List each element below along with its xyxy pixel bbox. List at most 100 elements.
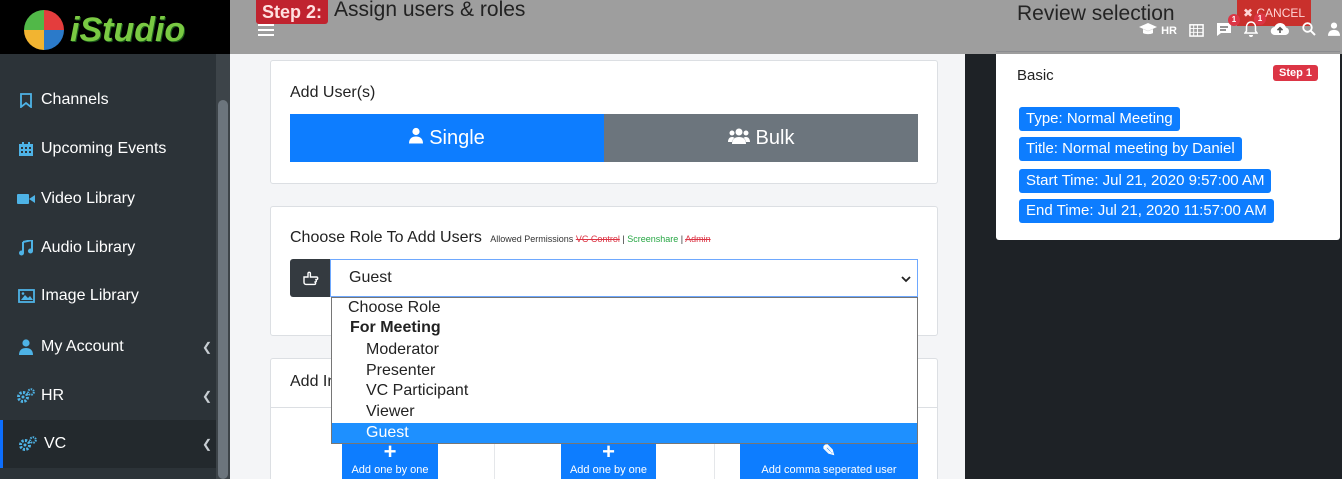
sidebar-item-label: Video Library <box>41 190 135 207</box>
sidebar-item-upcoming-events[interactable]: Upcoming Events <box>0 125 216 173</box>
option-label: VC Participant <box>366 382 469 399</box>
calendar-button[interactable] <box>1189 22 1204 41</box>
logo-mark <box>24 10 64 50</box>
review-chip-start-time: Start Time: Jul 21, 2020 9:57:00 AM <box>1019 169 1272 193</box>
single-label: Single <box>429 126 485 149</box>
role-option-guest[interactable]: Guest <box>332 423 917 443</box>
role-option-presenter[interactable]: Presenter <box>332 361 917 381</box>
messages-button[interactable]: 1 <box>1216 13 1240 41</box>
user-icon <box>1328 22 1340 40</box>
sidebar-scrollbar-thumb[interactable] <box>218 100 228 479</box>
sidebar-item-audio-library[interactable]: Audio Library <box>0 224 216 272</box>
step-tag: Step 2: <box>256 0 329 24</box>
sidebar-item-image-library[interactable]: Image Library <box>0 272 216 320</box>
add-users-title: Add User(s) <box>290 84 376 101</box>
user-icon <box>17 338 35 356</box>
sidebar-item-hr[interactable]: HR ❮ <box>0 372 216 420</box>
sidebar-item-label: My Account <box>41 338 124 355</box>
review-chip-type: Type: Normal Meeting <box>1019 107 1180 131</box>
chevron-down-icon <box>901 272 911 286</box>
chevron-left-icon: ❮ <box>201 340 212 354</box>
role-dropdown-list: Choose Role For Meeting Moderator Presen… <box>331 297 918 444</box>
user-icon <box>409 127 424 149</box>
permission-screenshare: Screenshare <box>627 234 679 244</box>
page-title: Assign users & roles <box>334 0 526 21</box>
logo-text: iStudio <box>70 10 186 49</box>
notifications-badge: 1 <box>1254 13 1266 25</box>
app-root: Channels Upcoming Events Video Library A… <box>0 0 1342 479</box>
search-button[interactable] <box>1302 22 1316 40</box>
role-select[interactable]: Guest <box>330 259 918 297</box>
permission-admin: Admin <box>685 234 711 244</box>
gears-icon <box>17 387 35 405</box>
role-select-group: Guest <box>290 259 918 297</box>
music-note-icon <box>17 239 35 257</box>
istudio-logo[interactable]: iStudio <box>24 10 185 50</box>
sidebar-item-vc[interactable]: VC ❮ <box>0 420 216 468</box>
chevron-left-icon: ❮ <box>201 437 212 451</box>
role-optgroup-for-meeting: For Meeting <box>332 318 917 338</box>
button-label: Add comma seperated user <box>761 464 897 476</box>
users-icon <box>727 128 750 149</box>
hr-label: HR <box>1161 25 1177 37</box>
graduation-cap-icon <box>1139 22 1158 40</box>
role-option-viewer[interactable]: Viewer <box>332 402 917 422</box>
bulk-label: Bulk <box>755 126 795 149</box>
close-icon: ✖ <box>1242 6 1254 20</box>
step-badge: Step 1 <box>1273 65 1319 81</box>
role-title: Choose Role To Add Users <box>290 229 482 246</box>
calendar-icon <box>17 140 35 158</box>
permission-separator: | <box>622 234 625 244</box>
header-icons: HR 1 1 <box>1139 13 1340 42</box>
review-chip-end-time: End Time: Jul 21, 2020 11:57:00 AM <box>1019 199 1274 223</box>
hand-pointer-icon <box>290 259 330 297</box>
sidebar-item-video-library[interactable]: Video Library <box>0 175 216 223</box>
messages-badge: 1 <box>1228 13 1240 26</box>
sidebar-item-channels[interactable]: Channels <box>0 76 216 124</box>
add-one-by-one-button-2[interactable]: + Add one by one <box>561 440 656 479</box>
sidebar-item-my-account[interactable]: My Account ❮ <box>0 323 216 371</box>
allowed-permissions: Allowed Permissions VC Control | Screens… <box>490 234 710 244</box>
user-mode-toggle: Single Bulk <box>290 114 918 162</box>
single-button[interactable]: Single <box>290 114 604 162</box>
add-comma-separated-button[interactable]: ✎ Add comma seperated user <box>740 440 918 479</box>
button-label: Add one by one <box>569 464 648 476</box>
account-button[interactable] <box>1328 22 1340 40</box>
sidebar-item-label: Audio Library <box>41 239 136 256</box>
search-icon <box>1302 22 1316 40</box>
option-label: Guest <box>366 424 409 441</box>
permission-vc-control: VC Control <box>575 234 620 244</box>
role-select-value: Guest <box>349 269 392 286</box>
permission-separator: | <box>680 234 684 244</box>
role-title-row: Choose Role To Add Users Allowed Permiss… <box>290 229 711 247</box>
sidebar-item-label: Image Library <box>41 287 139 304</box>
invite-title: Add In <box>290 373 337 390</box>
notifications-button[interactable]: 1 <box>1243 13 1266 41</box>
button-label: Add one by one <box>351 464 429 476</box>
review-section-basic: Basic <box>1017 67 1054 84</box>
role-option-choose-role[interactable]: Choose Role <box>332 298 917 318</box>
optgroup-label: For Meeting <box>350 319 441 336</box>
bulk-button[interactable]: Bulk <box>604 114 918 162</box>
role-option-moderator[interactable]: Moderator <box>332 340 917 360</box>
bookmark-icon <box>17 91 35 109</box>
sidebar: Channels Upcoming Events Video Library A… <box>0 0 230 479</box>
image-icon <box>17 287 35 305</box>
allowed-permissions-label: Allowed Permissions <box>490 234 574 244</box>
option-label: Moderator <box>366 341 439 358</box>
option-label: Presenter <box>366 362 436 379</box>
option-label: Choose Role <box>348 299 441 316</box>
sidebar-item-label: Channels <box>41 91 109 108</box>
video-camera-icon <box>17 190 35 208</box>
hr-menu[interactable]: HR <box>1139 22 1177 40</box>
role-option-vc-participant[interactable]: VC Participant <box>332 381 917 401</box>
upload-button[interactable] <box>1270 22 1290 40</box>
calendar-icon <box>1189 22 1204 41</box>
sidebar-item-label: HR <box>41 387 65 404</box>
gears-icon <box>19 435 37 453</box>
hamburger-menu-icon[interactable] <box>258 24 274 38</box>
cloud-upload-icon <box>1270 22 1290 40</box>
sidebar-item-label: Upcoming Events <box>41 140 167 157</box>
add-one-by-one-button[interactable]: + Add one by one <box>342 440 438 479</box>
chevron-left-icon: ❮ <box>201 389 212 403</box>
